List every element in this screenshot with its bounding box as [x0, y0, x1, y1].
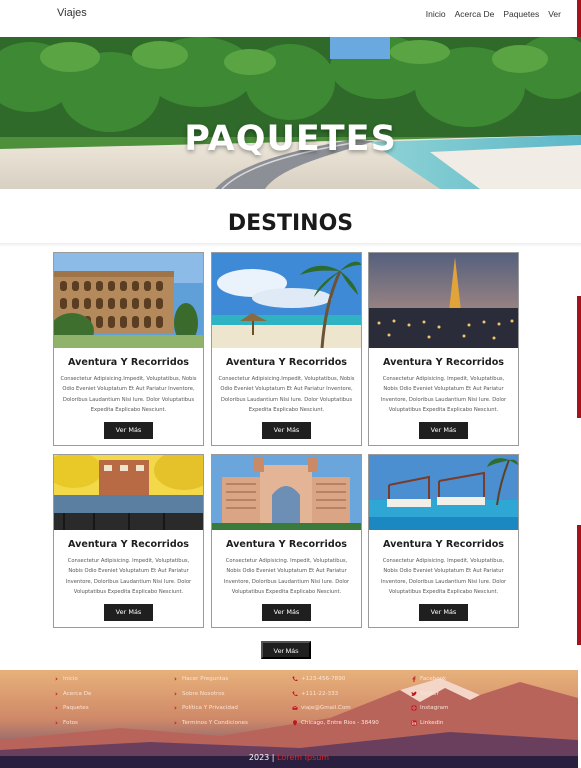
social-facebook[interactable]: Facebook: [411, 672, 448, 687]
hero-banner: PAQUETES: [0, 37, 581, 189]
facebook-icon: [412, 676, 416, 683]
colosseum-image: [54, 253, 203, 348]
card-description: Consectetur Adipisicing. Impedit, Volupt…: [380, 558, 507, 596]
card-description: Consectetur Adipisicing. Impedit, Volupt…: [380, 376, 507, 414]
resort-image: [369, 455, 518, 530]
section-title: DESTINOS: [227, 211, 354, 236]
destination-card: Aventura Y Recorridos Consectetur Adipis…: [211, 454, 362, 628]
card-title: Aventura Y Recorridos: [382, 539, 504, 550]
brand-logo[interactable]: Viajes: [57, 7, 87, 19]
main-nav: Inicio Acerca De Paquetes Ver: [426, 9, 561, 19]
eiffel-image: [369, 253, 518, 348]
footer-link-preguntas[interactable]: › Hacer Preguntas: [174, 672, 248, 687]
card-title: Aventura Y Recorridos: [67, 357, 189, 368]
social-instagram[interactable]: Instagram: [411, 701, 448, 716]
twitter-icon: [411, 691, 417, 696]
linkedin-icon: [411, 720, 417, 726]
chevron-right-icon: ›: [174, 704, 177, 713]
contact-phone[interactable]: +111-22-333: [292, 687, 379, 702]
card-title: Aventura Y Recorridos: [225, 539, 347, 550]
destination-card: Aventura Y Recorridos Consectetur Adipis…: [53, 454, 204, 628]
ver-mas-button[interactable]: Ver Más: [262, 421, 311, 439]
card-description: Consectetur Adipisicing.Impedit, Volupta…: [218, 376, 355, 414]
destination-card: Aventura Y Recorridos Consectetur Adipis…: [368, 252, 519, 446]
nav-ver[interactable]: Ver: [548, 9, 561, 19]
card-title: Aventura Y Recorridos: [382, 357, 504, 368]
footer-links-column: › Inicio › Acerca De › Paquetes › Fotos: [55, 672, 91, 730]
footer-link-acerca[interactable]: › Acerca De: [55, 687, 91, 702]
hero-title: PAQUETES: [184, 119, 397, 159]
chevron-right-icon: ›: [55, 689, 58, 698]
contact-phone[interactable]: +123-456-7890: [292, 672, 379, 687]
beach-image: [212, 253, 361, 348]
instagram-icon: [411, 705, 417, 711]
footer-link-inicio[interactable]: › Inicio: [55, 672, 91, 687]
location-icon: [293, 720, 297, 726]
footer-info-column: › Hacer Preguntas › Sobre Nosotros › Políti…: [174, 672, 248, 730]
chevron-right-icon: ›: [174, 689, 177, 698]
ver-mas-button[interactable]: Ver Más: [262, 603, 311, 621]
chevron-right-icon: ›: [174, 675, 177, 684]
chevron-right-icon: ›: [174, 718, 177, 727]
email-icon: [292, 706, 298, 711]
footer-link-politica[interactable]: › Política Y Privacidad: [174, 701, 248, 716]
nav-inicio[interactable]: Inicio: [426, 9, 446, 19]
section-divider: [0, 243, 581, 247]
nav-paquetes[interactable]: Paquetes: [503, 9, 539, 19]
card-description: Consectetur Adipisicing. Impedit, Volupt…: [223, 558, 350, 596]
nav-acerca-de[interactable]: Acerca De: [455, 9, 495, 19]
social-twitter[interactable]: Twitter: [411, 687, 448, 702]
chevron-right-icon: ›: [55, 718, 58, 727]
footer-contact-column: +123-456-7890 +111-22-333 viaje@Gmail.Co…: [292, 672, 379, 730]
site-header: Viajes Inicio Acerca De Paquetes Ver: [0, 0, 581, 37]
card-title: Aventura Y Recorridos: [67, 539, 189, 550]
chevron-right-icon: ›: [55, 704, 58, 713]
atlantis-image: [212, 455, 361, 530]
ver-mas-button[interactable]: Ver Más: [419, 603, 468, 621]
footer-link-fotos[interactable]: › Fotos: [55, 716, 91, 731]
footer-link-paquetes[interactable]: › Paquetes: [55, 701, 91, 716]
card-description: Consectetur Adipisicing.Impedit, Volupta…: [60, 376, 197, 414]
hero-image: [0, 37, 581, 189]
ver-mas-button[interactable]: Ver Más: [104, 603, 153, 621]
destination-card: Aventura Y Recorridos Consectetur Adipis…: [211, 252, 362, 446]
contact-email[interactable]: viaje@Gmail.Com: [292, 701, 379, 716]
contact-location: Chicago, Entre Rios - 38490: [292, 716, 379, 731]
social-linkedin[interactable]: Linkedin: [411, 716, 448, 731]
chevron-right-icon: ›: [55, 675, 58, 684]
copyright-name[interactable]: Lorem Ipsum: [277, 753, 329, 762]
card-title: Aventura Y Recorridos: [225, 357, 347, 368]
card-description: Consectetur Adipisicing. Impedit, Volupt…: [65, 558, 192, 596]
phone-icon: [292, 691, 298, 696]
footer-link-terminos[interactable]: › Terminos Y Condiciones: [174, 716, 248, 731]
copyright: 2023 | Lorem Ipsum: [0, 753, 578, 762]
copyright-year: 2023 |: [248, 753, 275, 762]
site-footer: › Inicio › Acerca De › Paquetes › Fotos › Hac…: [0, 670, 578, 768]
accent-bar: [577, 0, 581, 37]
destination-card: Aventura Y Recorridos Consectetur Adipis…: [53, 252, 204, 446]
canal-image: [54, 455, 203, 530]
ver-mas-button[interactable]: Ver Más: [419, 421, 468, 439]
accent-bar: [577, 525, 581, 645]
footer-social-column: Facebook Twitter Instagram Linkedin: [411, 672, 448, 730]
accent-bar: [577, 296, 581, 418]
phone-icon: [292, 676, 298, 682]
destination-card: Aventura Y Recorridos Consectetur Adipis…: [368, 454, 519, 628]
load-more-button[interactable]: Ver Más: [261, 641, 311, 659]
ver-mas-button[interactable]: Ver Más: [104, 421, 153, 439]
footer-link-sobre[interactable]: › Sobre Nosotros: [174, 687, 248, 702]
